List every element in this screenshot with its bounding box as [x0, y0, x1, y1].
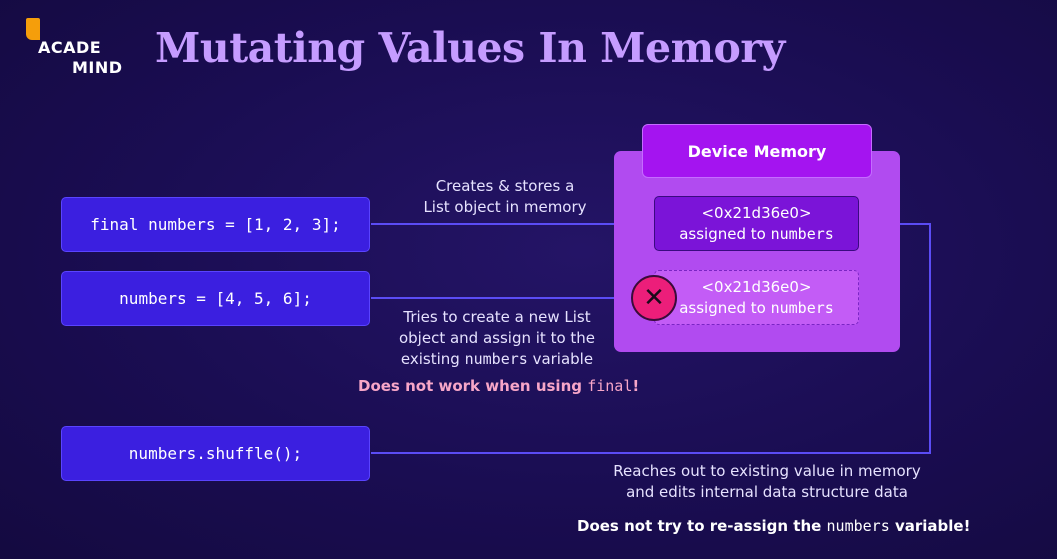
note-try: Tries to create a new List object and as… [398, 308, 596, 368]
memory-address: <0x21d36e0> [701, 203, 812, 222]
code-final-declaration: final numbers = [1, 2, 3]; [61, 197, 370, 252]
memory-header: Device Memory [642, 124, 872, 178]
warning-final: Does not work when using final! [358, 377, 640, 395]
memory-slot-existing: <0x21d36e0> assigned to numbers [654, 196, 859, 251]
code-shuffle-call: numbers.shuffle(); [61, 426, 370, 481]
memory-assignment: assigned to numbers [679, 298, 834, 317]
memory-slot-rejected: <0x21d36e0> assigned to numbers [654, 270, 859, 325]
note-reach: Reaches out to existing value in memory … [613, 462, 921, 501]
error-x-icon: ✕ [631, 275, 677, 321]
memory-assignment: assigned to numbers [679, 224, 834, 243]
note-create: Creates & stores a List object in memory [423, 177, 587, 216]
variable-name: numbers [770, 224, 834, 243]
variable-name: numbers [770, 298, 834, 317]
memory-address: <0x21d36e0> [701, 277, 812, 296]
note-no-reassign: Does not try to re-assign the numbers va… [577, 517, 971, 535]
code-reassignment: numbers = [4, 5, 6]; [61, 271, 370, 326]
